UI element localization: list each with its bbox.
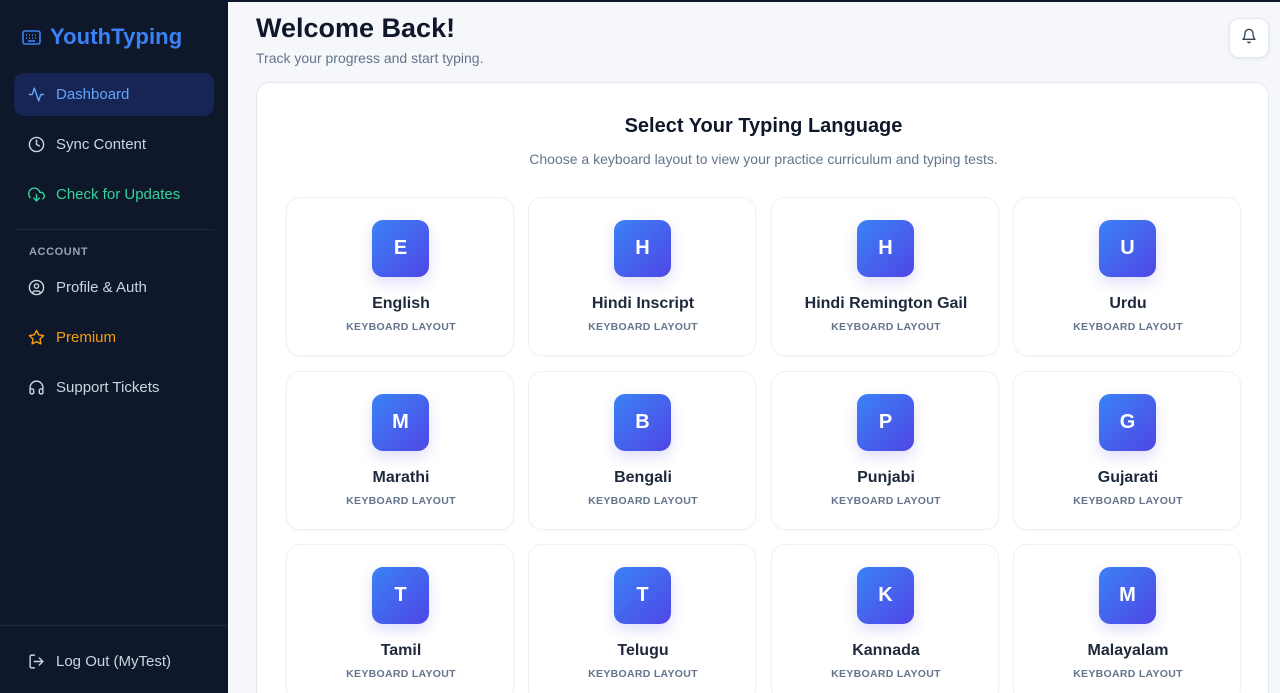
account-section-label: ACCOUNT — [29, 246, 89, 258]
sidebar-item-label: Sync Content — [56, 136, 147, 153]
language-name: Marathi — [372, 469, 430, 486]
language-name: English — [372, 295, 430, 312]
language-name: Hindi Inscript — [591, 295, 695, 312]
sidebar-item-check-updates[interactable]: Check for Updates — [14, 173, 214, 216]
language-card-urdu[interactable]: U Urdu KEYBOARD LAYOUT — [1013, 197, 1241, 356]
language-card-marathi[interactable]: M Marathi KEYBOARD LAYOUT — [286, 371, 514, 530]
headset-icon — [28, 379, 45, 396]
language-card-subtitle: KEYBOARD LAYOUT — [1073, 668, 1183, 680]
language-badge: E — [372, 220, 429, 277]
sidebar: YouthTyping Dashboard Sync Content Check… — [0, 0, 228, 693]
language-card-hindi-inscript[interactable]: H Hindi Inscript KEYBOARD LAYOUT — [528, 197, 756, 356]
sidebar-item-label: Premium — [56, 329, 117, 346]
language-card-telugu[interactable]: T Telugu KEYBOARD LAYOUT — [528, 544, 756, 693]
language-badge: U — [1099, 220, 1156, 277]
language-card-subtitle: KEYBOARD LAYOUT — [588, 495, 698, 507]
language-card-subtitle: KEYBOARD LAYOUT — [346, 668, 456, 680]
language-name: Urdu — [1109, 295, 1147, 312]
language-badge: P — [857, 394, 914, 451]
language-card-kannada[interactable]: K Kannada KEYBOARD LAYOUT — [771, 544, 999, 693]
bell-icon — [1241, 28, 1257, 49]
language-badge: H — [857, 220, 914, 277]
language-card-gujarati[interactable]: G Gujarati KEYBOARD LAYOUT — [1013, 371, 1241, 530]
language-badge: T — [614, 567, 671, 624]
sidebar-item-label: Check for Updates — [56, 186, 181, 203]
language-badge: H — [614, 220, 671, 277]
language-badge: G — [1099, 394, 1156, 451]
sidebar-item-label: Support Tickets — [56, 379, 160, 396]
logout-icon — [28, 653, 45, 670]
language-card-subtitle: KEYBOARD LAYOUT — [831, 495, 941, 507]
star-icon — [28, 329, 45, 346]
language-card-malayalam[interactable]: M Malayalam KEYBOARD LAYOUT — [1013, 544, 1241, 693]
language-name: Gujarati — [1097, 469, 1159, 486]
window-top-border — [0, 0, 1280, 2]
language-card-subtitle: KEYBOARD LAYOUT — [346, 321, 456, 333]
language-card-bengali[interactable]: B Bengali KEYBOARD LAYOUT — [528, 371, 756, 530]
language-badge: T — [372, 567, 429, 624]
language-card-subtitle: KEYBOARD LAYOUT — [1073, 321, 1183, 333]
sidebar-divider — [14, 229, 214, 230]
notifications-button[interactable] — [1229, 18, 1269, 58]
language-name: Telugu — [617, 642, 669, 659]
language-badge: M — [372, 394, 429, 451]
language-card-subtitle: KEYBOARD LAYOUT — [831, 668, 941, 680]
language-card-subtitle: KEYBOARD LAYOUT — [1073, 495, 1183, 507]
cloud-download-icon — [28, 186, 45, 203]
sidebar-item-premium[interactable]: Premium — [14, 316, 214, 359]
language-card-subtitle: KEYBOARD LAYOUT — [831, 321, 941, 333]
sidebar-item-label: Profile & Auth — [56, 279, 147, 296]
brand-name: YouthTyping — [50, 24, 183, 49]
language-name: Bengali — [614, 469, 672, 486]
activity-icon — [28, 86, 45, 103]
language-name: Punjabi — [857, 469, 915, 486]
sidebar-item-label: Dashboard — [56, 86, 130, 103]
panel-title: Select Your Typing Language — [624, 115, 903, 137]
logout-button[interactable]: Log Out (MyTest) — [14, 640, 214, 683]
panel-subtitle: Choose a keyboard layout to view your pr… — [529, 151, 998, 167]
language-name: Malayalam — [1087, 642, 1169, 659]
keyboard-icon — [22, 29, 41, 45]
brand[interactable]: YouthTyping — [22, 24, 182, 50]
language-badge: B — [614, 394, 671, 451]
page-title: Welcome Back! — [256, 13, 456, 43]
page-subtitle: Track your progress and start typing. — [256, 50, 484, 66]
language-card-english[interactable]: E English KEYBOARD LAYOUT — [286, 197, 514, 356]
language-card-subtitle: KEYBOARD LAYOUT — [588, 668, 698, 680]
sidebar-divider — [0, 625, 228, 626]
logout-label: Log Out (MyTest) — [56, 653, 172, 670]
sidebar-item-dashboard[interactable]: Dashboard — [14, 73, 214, 116]
language-card-subtitle: KEYBOARD LAYOUT — [346, 495, 456, 507]
language-panel: Select Your Typing Language Choose a key… — [256, 82, 1269, 693]
user-circle-icon — [28, 279, 45, 296]
language-name: Tamil — [380, 642, 422, 659]
language-badge: K — [857, 567, 914, 624]
language-name: Kannada — [852, 642, 920, 659]
sidebar-item-sync-content[interactable]: Sync Content — [14, 123, 214, 166]
clock-icon — [28, 136, 45, 153]
language-card-punjabi[interactable]: P Punjabi KEYBOARD LAYOUT — [771, 371, 999, 530]
language-card-subtitle: KEYBOARD LAYOUT — [588, 321, 698, 333]
sidebar-item-profile-auth[interactable]: Profile & Auth — [14, 266, 214, 309]
language-badge: M — [1099, 567, 1156, 624]
language-card-hindi-remington-gail[interactable]: H Hindi Remington Gail KEYBOARD LAYOUT — [771, 197, 999, 356]
language-card-tamil[interactable]: T Tamil KEYBOARD LAYOUT — [286, 544, 514, 693]
sidebar-item-support-tickets[interactable]: Support Tickets — [14, 366, 214, 409]
language-name: Hindi Remington Gail — [804, 295, 968, 312]
